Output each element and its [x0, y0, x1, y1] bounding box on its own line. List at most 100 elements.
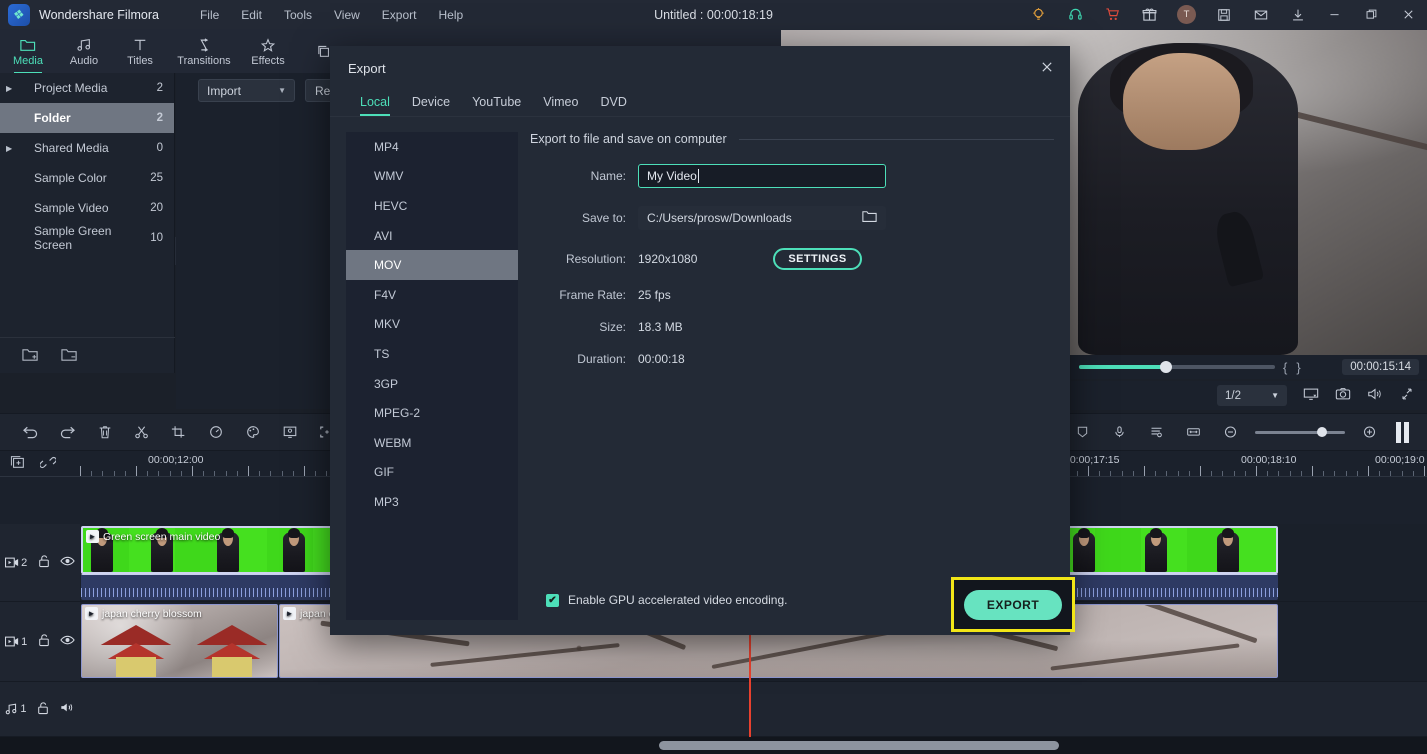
split-scissors-icon[interactable] [123, 425, 160, 439]
download-icon[interactable] [1279, 0, 1316, 29]
add-track-icon[interactable] [10, 455, 26, 473]
format-f4v[interactable]: F4V [346, 280, 518, 310]
track-head-video-2[interactable]: 2 [0, 524, 80, 602]
format-ts[interactable]: TS [346, 339, 518, 369]
clip-cherry-1[interactable]: ► japan cherry blossom [81, 604, 278, 678]
zoom-in-icon[interactable] [1351, 425, 1388, 439]
tab-media[interactable]: Media [0, 31, 56, 74]
tab-device[interactable]: Device [412, 95, 450, 116]
undo-icon[interactable] [12, 425, 49, 439]
eye-icon[interactable] [60, 634, 75, 649]
redo-icon[interactable] [49, 425, 86, 439]
track-head-audio-1[interactable]: 1 [0, 682, 80, 737]
format-avi[interactable]: AVI [346, 221, 518, 251]
sidebar-item-sample-video[interactable]: Sample Video 20 [0, 193, 174, 223]
new-folder-icon[interactable] [22, 347, 39, 365]
tab-transitions[interactable]: Transitions [168, 31, 240, 73]
speaker-icon[interactable] [60, 701, 75, 717]
menu-help[interactable]: Help [427, 5, 474, 25]
format-gif[interactable]: GIF [346, 458, 518, 488]
menu-view[interactable]: View [323, 5, 371, 25]
tab-dvd[interactable]: DVD [600, 95, 626, 116]
lightbulb-icon[interactable] [1020, 0, 1057, 29]
timeline-horizontal-scrollbar[interactable] [659, 741, 1059, 750]
green-screen-icon[interactable] [271, 425, 308, 439]
format-list[interactable]: MP4 WMV HEVC AVI MOV F4V MKV TS 3GP MPEG… [346, 132, 518, 620]
fit-timeline-icon[interactable] [1175, 425, 1212, 439]
zoom-out-icon[interactable] [1212, 425, 1249, 439]
format-mkv[interactable]: MKV [346, 310, 518, 340]
gpu-checkbox-row[interactable]: ✔ Enable GPU accelerated video encoding. [546, 593, 787, 607]
sidebar-item-shared-media[interactable]: ▶ Shared Media 0 [0, 133, 174, 163]
format-mpeg-2[interactable]: MPEG-2 [346, 398, 518, 428]
scrubber-handle[interactable] [1160, 361, 1172, 373]
settings-button[interactable]: SETTINGS [773, 248, 862, 270]
format-mp3[interactable]: MP3 [346, 487, 518, 517]
voiceover-mic-icon[interactable] [1101, 425, 1138, 439]
sidebar-item-project-media[interactable]: ▶ Project Media 2 [0, 73, 174, 103]
remove-folder-icon[interactable] [61, 347, 78, 365]
preview-timecode[interactable]: 00:00:15:14 [1342, 359, 1419, 375]
save-icon[interactable] [1205, 0, 1242, 29]
audio-mixer-icon[interactable] [1138, 425, 1175, 439]
render-preview-icon[interactable] [1303, 387, 1319, 404]
minimize-icon[interactable] [1316, 0, 1353, 29]
format-webm[interactable]: WEBM [346, 428, 518, 458]
preview-ratio-select[interactable]: 1/2 ▼ [1217, 385, 1287, 406]
close-icon[interactable] [1390, 0, 1427, 29]
track-body-audio-1[interactable] [80, 682, 1427, 737]
unlocked-icon[interactable] [38, 554, 50, 571]
speed-icon[interactable] [197, 425, 234, 439]
zoom-slider-handle[interactable] [1317, 427, 1327, 437]
volume-icon[interactable] [1367, 387, 1383, 404]
sidebar-item-sample-color[interactable]: Sample Color 25 [0, 163, 174, 193]
tab-youtube[interactable]: YouTube [472, 95, 521, 116]
tab-titles[interactable]: Titles [112, 31, 168, 73]
cart-icon[interactable] [1094, 0, 1131, 29]
format-wmv[interactable]: WMV [346, 162, 518, 192]
eye-icon[interactable] [60, 555, 75, 570]
menu-tools[interactable]: Tools [273, 5, 323, 25]
mail-icon[interactable] [1242, 0, 1279, 29]
folder-browse-icon[interactable] [862, 210, 877, 226]
fullscreen-icon[interactable] [1399, 387, 1415, 404]
export-button[interactable]: EXPORT [964, 589, 1062, 620]
snapshot-camera-icon[interactable] [1335, 387, 1351, 404]
format-mov[interactable]: MOV [346, 250, 518, 280]
unlocked-icon[interactable] [37, 701, 49, 718]
import-dropdown[interactable]: Import ▼ [198, 79, 295, 102]
unlocked-icon[interactable] [38, 633, 50, 650]
delete-icon[interactable] [86, 425, 123, 439]
close-icon[interactable] [1034, 54, 1060, 80]
gift-icon[interactable] [1131, 0, 1168, 29]
timeline-horizontal-scrollbar-track[interactable] [0, 737, 1427, 754]
color-palette-icon[interactable] [234, 425, 271, 439]
gpu-checkbox[interactable]: ✔ [546, 593, 559, 607]
restore-icon[interactable] [1353, 0, 1390, 29]
format-hevc[interactable]: HEVC [346, 191, 518, 221]
preview-scrubber[interactable] [1079, 361, 1275, 373]
menu-export[interactable]: Export [371, 5, 428, 25]
menu-file[interactable]: File [189, 5, 230, 25]
tab-effects[interactable]: Effects [240, 31, 296, 73]
tab-audio[interactable]: Audio [56, 31, 112, 73]
pause-icon[interactable] [1396, 421, 1409, 443]
format-3gp[interactable]: 3GP [346, 369, 518, 399]
name-input-value: My Video [647, 169, 697, 183]
headset-icon[interactable] [1057, 0, 1094, 29]
mark-in-brace-icon[interactable]: { [1282, 360, 1288, 375]
sidebar-item-sample-green-screen[interactable]: Sample Green Screen 10 [0, 223, 174, 253]
sidebar-item-folder[interactable]: Folder 2 [0, 103, 174, 133]
save-to-input[interactable]: C:/Users/prosw/Downloads [638, 206, 886, 230]
track-head-video-1[interactable]: 1 [0, 602, 80, 682]
menu-edit[interactable]: Edit [230, 5, 273, 25]
mark-out-brace-icon[interactable]: } [1295, 360, 1301, 375]
crop-icon[interactable] [160, 425, 197, 439]
tab-vimeo[interactable]: Vimeo [543, 95, 578, 116]
avatar[interactable]: T [1168, 0, 1205, 29]
tab-local[interactable]: Local [360, 95, 390, 116]
name-input[interactable]: My Video [638, 164, 886, 188]
format-mp4[interactable]: MP4 [346, 132, 518, 162]
timeline-zoom-slider[interactable] [1255, 427, 1345, 437]
link-icon[interactable] [39, 455, 57, 473]
